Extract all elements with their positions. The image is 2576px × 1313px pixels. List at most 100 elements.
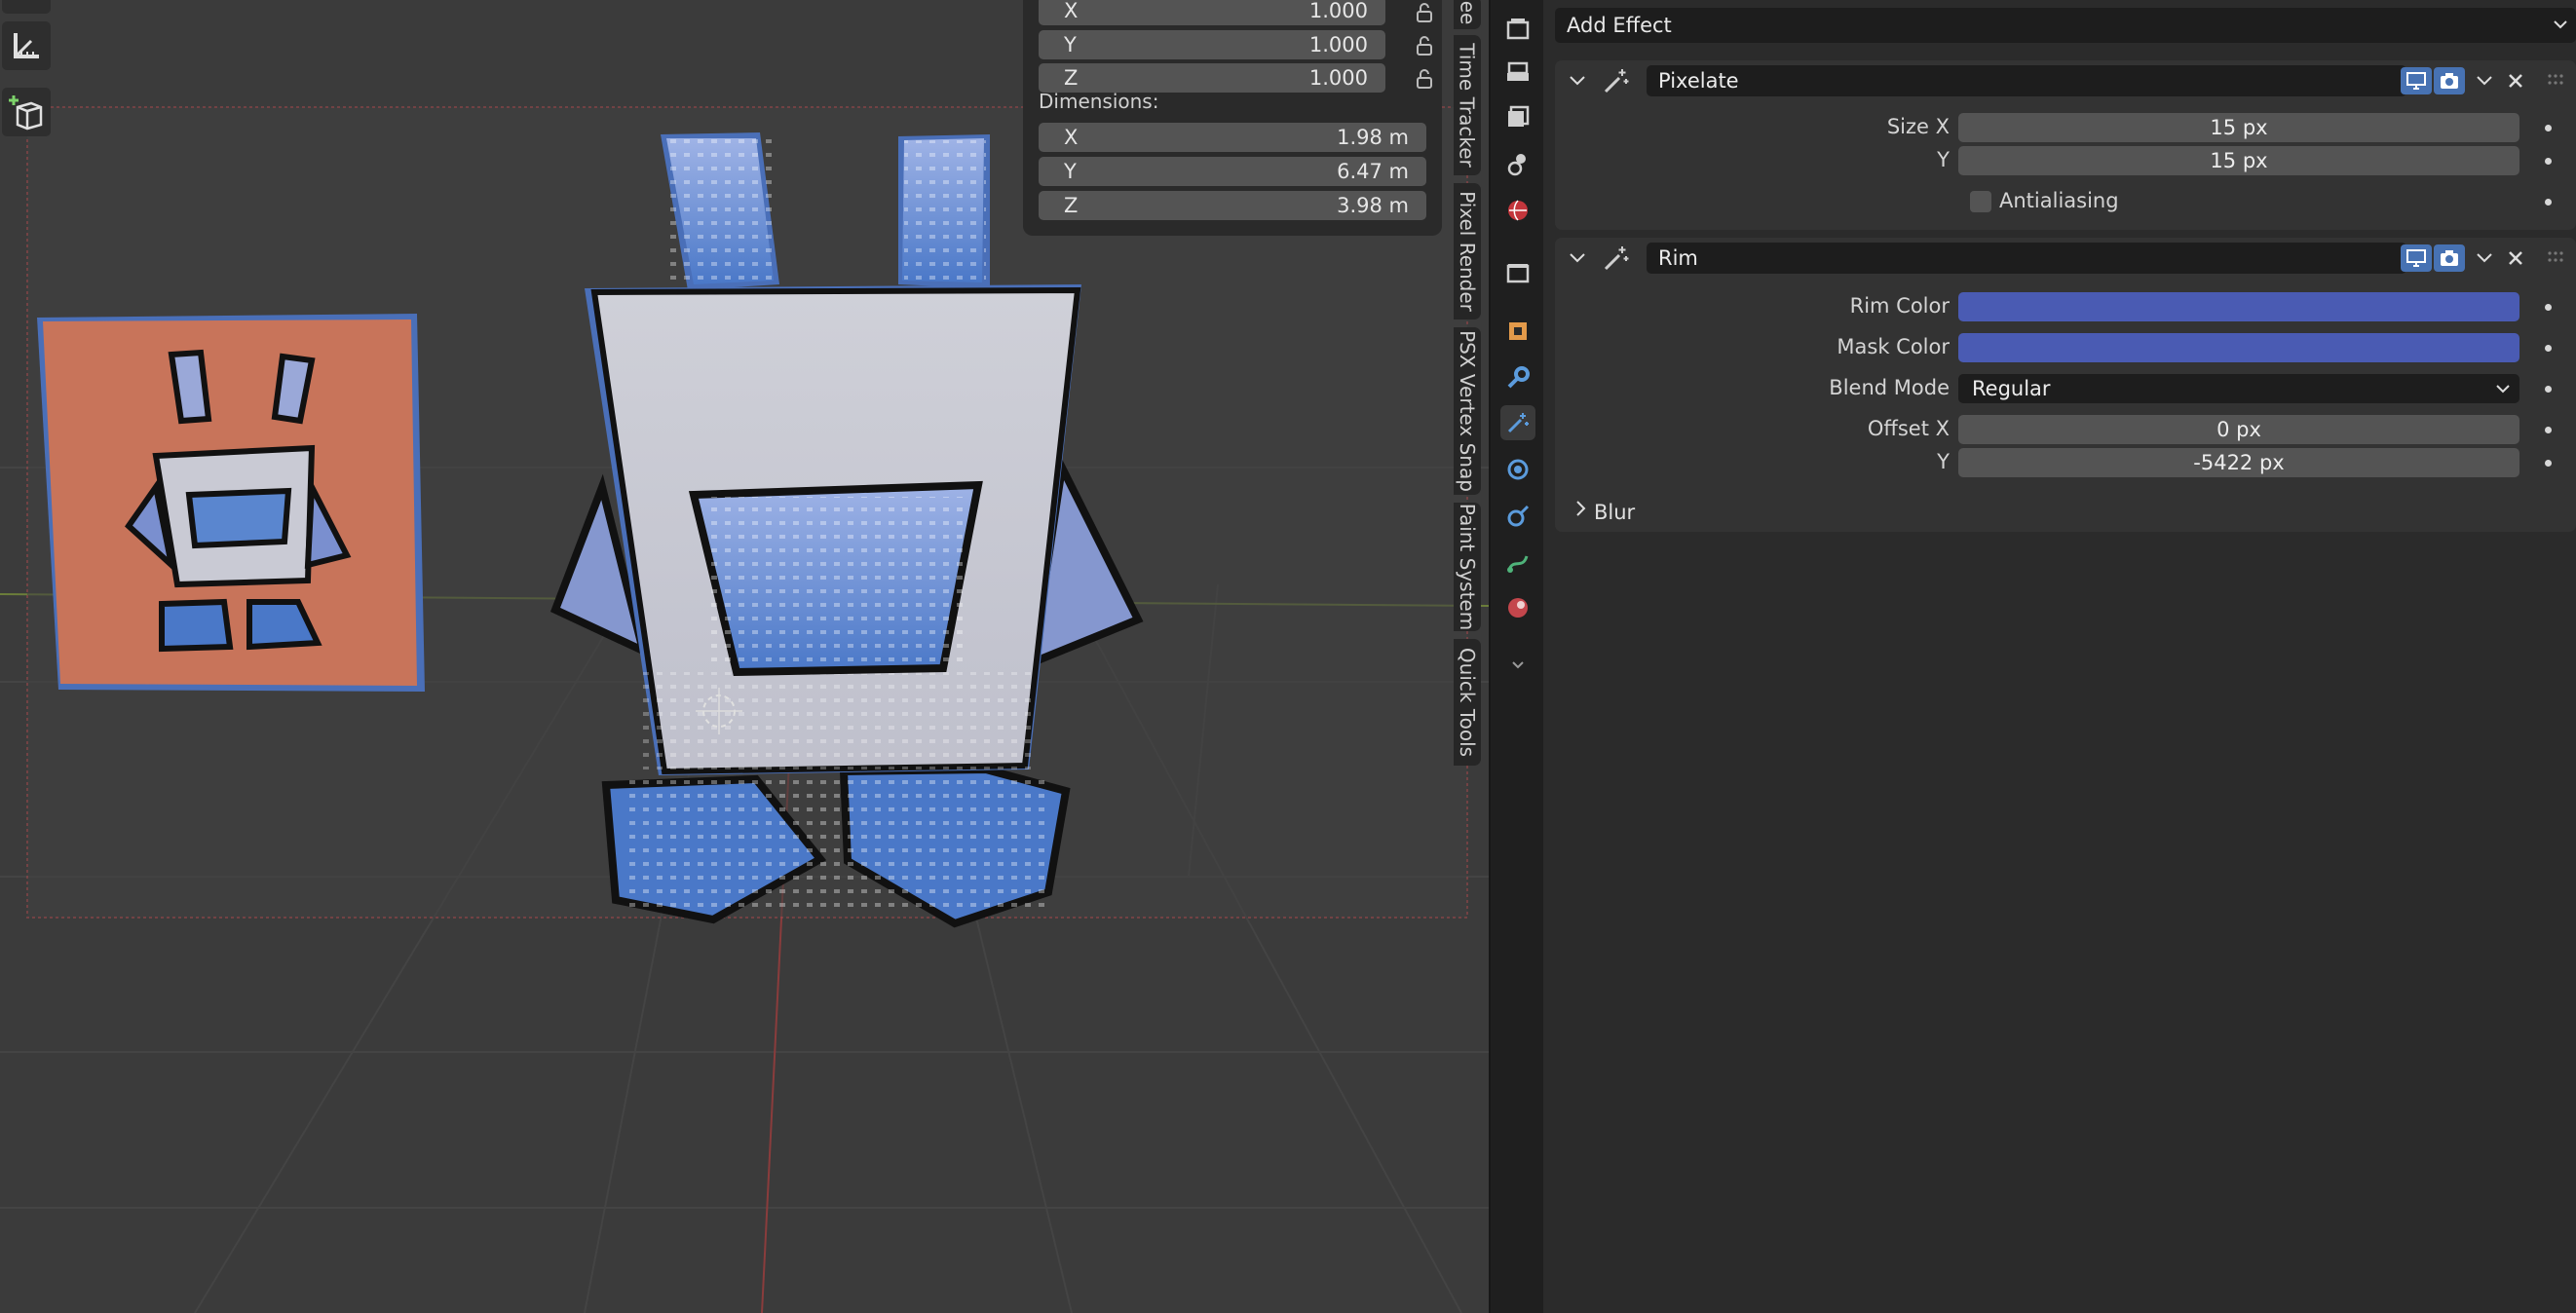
lock-icon[interactable] <box>1415 2 1434 23</box>
pixelate-effect-panel: Pixelate Size X 15 px Y 15 px Antialiasi… <box>1555 60 2576 230</box>
viewport-display-toggle[interactable] <box>2401 67 2432 94</box>
dimension-x-value: 1.98 m <box>1337 126 1409 149</box>
collapse-chevron-icon[interactable] <box>1569 249 1586 267</box>
blend-mode-value: Regular <box>1972 377 2051 400</box>
properties-editor: Add Effect Pixelate Size X 15 px Y 15 px… <box>1543 0 2576 1313</box>
tab-pixel-render[interactable]: Pixel Render <box>1454 183 1481 319</box>
camera-icon <box>2441 73 2458 89</box>
viewport-display-toggle[interactable] <box>2401 244 2432 272</box>
remove-effect-button[interactable] <box>2500 244 2531 272</box>
blend-mode-dropdown[interactable]: Regular <box>1958 374 2519 403</box>
ruler-icon <box>14 33 39 58</box>
scale-x-value: 1.000 <box>1308 0 1368 22</box>
tool-button-top[interactable] <box>2 0 51 14</box>
output-icon[interactable] <box>1500 55 1535 90</box>
dimension-z-field[interactable]: Z 3.98 m <box>1039 191 1426 220</box>
constraints-icon[interactable] <box>1500 545 1535 581</box>
offset-y-field[interactable]: -5422 px <box>1958 448 2519 477</box>
dimension-x-field[interactable]: X 1.98 m <box>1039 123 1426 152</box>
effects-icon[interactable] <box>1500 405 1535 440</box>
keyframe-dot[interactable] <box>2545 125 2552 131</box>
more-icon[interactable] <box>1500 647 1535 682</box>
tab-item[interactable]: ee <box>1454 0 1481 29</box>
scale-x-field[interactable]: X 1.000 <box>1039 0 1385 25</box>
material-icon[interactable] <box>1500 590 1535 625</box>
lock-icon[interactable] <box>1415 68 1434 90</box>
remove-effect-button[interactable] <box>2500 67 2531 94</box>
offset-y-value: -5422 px <box>2193 451 2285 474</box>
size-x-field[interactable]: 15 px <box>1958 113 2519 142</box>
offset-x-value: 0 px <box>2216 418 2261 441</box>
3d-viewport[interactable]: X 1.000 Y 1.000 Z 1.000 Dimensions: X 1.… <box>0 0 1489 1313</box>
rim-panel-header[interactable]: Rim <box>1555 238 2576 277</box>
drag-grip-icon[interactable] <box>2547 72 2564 88</box>
rim-name-field[interactable]: Rim <box>1647 243 2406 274</box>
transform-panel: X 1.000 Y 1.000 Z 1.000 Dimensions: X 1.… <box>1023 0 1442 236</box>
blend-mode-label: Blend Mode <box>1829 376 1950 399</box>
size-y-field[interactable]: 15 px <box>1958 146 2519 175</box>
monitor-icon <box>2406 249 2426 267</box>
keyframe-dot[interactable] <box>2545 158 2552 165</box>
close-icon <box>2509 251 2522 265</box>
render-icon[interactable] <box>1500 12 1535 47</box>
antialiasing-label: Antialiasing <box>1999 189 2119 212</box>
render-toggle[interactable] <box>2434 67 2465 94</box>
object-icon[interactable] <box>1500 314 1535 349</box>
collapse-chevron-icon[interactable] <box>1569 72 1586 90</box>
camera-icon <box>2441 250 2458 266</box>
view-layer-icon[interactable] <box>1500 99 1535 134</box>
world-icon[interactable] <box>1500 193 1535 228</box>
tab-pixel-render-label: Pixel Render <box>1456 191 1480 312</box>
monitor-icon <box>2406 72 2426 90</box>
keyframe-dot[interactable] <box>2545 386 2552 393</box>
tab-item-label: ee <box>1455 0 1479 25</box>
properties-tab-strip <box>1489 0 1543 1313</box>
scale-z-field[interactable]: Z 1.000 <box>1039 63 1385 93</box>
pixelate-name: Pixelate <box>1658 69 1739 93</box>
particles-icon[interactable] <box>1500 452 1535 487</box>
tab-paint-system-label: Paint System <box>1456 503 1479 631</box>
measure-tool-button[interactable] <box>2 21 51 70</box>
tab-quick-tools[interactable]: Quick Tools <box>1454 639 1481 766</box>
add-effect-dropdown[interactable]: Add Effect <box>1555 8 2576 43</box>
tab-quick-tools-label: Quick Tools <box>1456 647 1479 758</box>
effect-options-dropdown[interactable] <box>2469 244 2500 272</box>
offset-x-field[interactable]: 0 px <box>1958 415 2519 444</box>
modifier-icon[interactable] <box>1500 360 1535 395</box>
rim-color-swatch[interactable] <box>1958 292 2519 321</box>
tab-time-tracker[interactable]: Time Tracker <box>1454 35 1481 175</box>
chevron-down-icon <box>2477 253 2492 263</box>
antialiasing-checkbox[interactable] <box>1970 191 1991 212</box>
dimension-y-field[interactable]: Y 6.47 m <box>1039 157 1426 186</box>
add-cube-tool-button[interactable] <box>2 88 51 136</box>
mask-color-swatch[interactable] <box>1958 333 2519 362</box>
size-y-value: 15 px <box>2210 149 2268 172</box>
keyframe-dot[interactable] <box>2545 345 2552 352</box>
drag-grip-icon[interactable] <box>2547 249 2564 265</box>
offset-y-label: Y <box>1937 450 1950 473</box>
effect-options-dropdown[interactable] <box>2469 67 2500 94</box>
offset-x-label: Offset X <box>1867 417 1950 440</box>
chevron-right-icon[interactable] <box>1572 499 1588 518</box>
keyframe-dot[interactable] <box>2545 460 2552 467</box>
billboard-image <box>37 314 425 692</box>
physics-icon[interactable] <box>1500 499 1535 534</box>
pixelate-name-field[interactable]: Pixelate <box>1647 65 2406 96</box>
dimension-y-axis: Y <box>1064 160 1077 183</box>
collection-icon[interactable] <box>1500 255 1535 290</box>
blur-subpanel-header[interactable]: Blur <box>1594 501 1635 524</box>
keyframe-dot[interactable] <box>2545 427 2552 433</box>
dimension-z-axis: Z <box>1064 194 1079 217</box>
tab-paint-system[interactable]: Paint System <box>1454 503 1481 631</box>
pixelate-panel-header[interactable]: Pixelate <box>1555 60 2576 99</box>
keyframe-dot[interactable] <box>2545 304 2552 311</box>
scale-y-field[interactable]: Y 1.000 <box>1039 30 1385 59</box>
lock-icon[interactable] <box>1415 35 1434 56</box>
scene-icon[interactable] <box>1500 146 1535 181</box>
dimensions-label: Dimensions: <box>1039 90 1159 113</box>
tab-psx-vertex-snap[interactable]: PSX Vertex Snap <box>1454 327 1481 495</box>
tab-psx-vertex-snap-label: PSX Vertex Snap <box>1456 330 1479 492</box>
chevron-down-icon <box>2554 20 2567 29</box>
keyframe-dot[interactable] <box>2545 199 2552 206</box>
render-toggle[interactable] <box>2434 244 2465 272</box>
